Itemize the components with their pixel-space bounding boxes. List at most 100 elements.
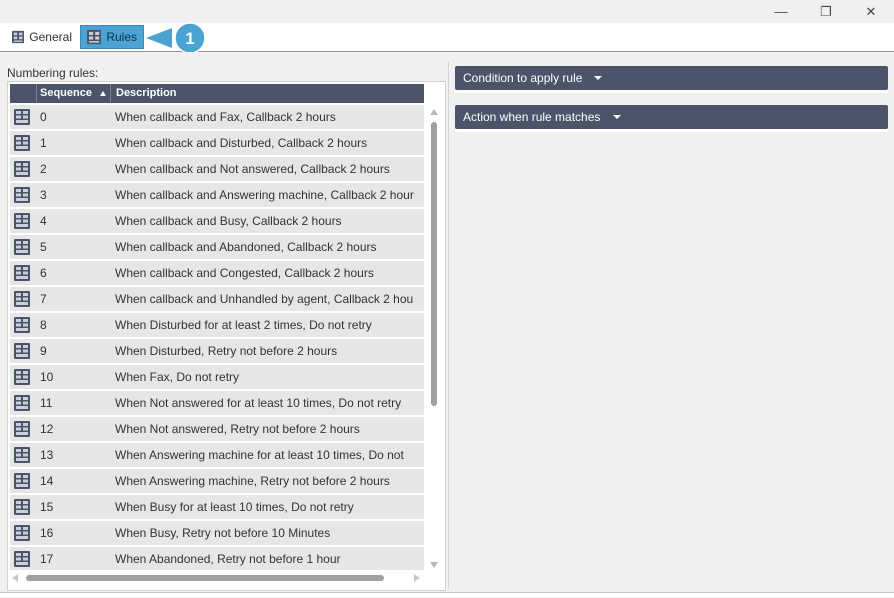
close-icon: ✕ [865,3,877,19]
scroll-right-icon[interactable] [414,574,420,582]
maximize-icon: ❐ [820,3,832,19]
rule-details-pane: Condition to apply rule Action when rule… [449,62,894,588]
table-row[interactable]: 8 When Disturbed for at least 2 times, Do… [10,313,424,337]
numbering-rules-grid: Sequence Description 0 When callback and … [7,81,446,591]
rule-icon [14,551,30,567]
minimize-icon: — [774,4,788,19]
table-row[interactable]: 13 When Answering machine for at least 10… [10,443,424,467]
row-sequence: 13 [40,448,54,462]
rules-grid-icon [87,29,102,45]
dropdown-caret-icon [613,115,621,119]
row-description: When Busy, Retry not before 10 Minutes [115,526,331,540]
row-description: When callback and Answering machine, Cal… [115,188,414,202]
horizontal-scroll-thumb[interactable] [26,575,384,581]
row-description: When callback and Not answered, Callback… [115,162,390,176]
row-sequence: 1 [40,136,47,150]
table-row[interactable]: 14 When Answering machine, Retry not befo… [10,469,424,493]
row-sequence: 4 [40,214,47,228]
row-description: When callback and Busy, Callback 2 hours [115,214,342,228]
table-row[interactable]: 3 When callback and Answering machine, Ca… [10,183,424,207]
row-sequence: 5 [40,240,47,254]
scroll-down-icon[interactable] [430,562,438,568]
minimize-button[interactable]: — [758,0,804,23]
dropdown-caret-icon [594,76,602,80]
column-header-description[interactable]: Description [113,84,413,103]
row-description: When Answering machine for at least 10 t… [115,448,404,462]
grid-header: Sequence Description [10,84,424,103]
row-description: When callback and Congested, Callback 2 … [115,266,374,280]
vertical-scrollbar[interactable] [427,105,441,570]
row-description: When Fax, Do not retry [115,370,240,384]
table-row[interactable]: 11 When Not answered for at least 10 time… [10,391,424,415]
vertical-scroll-thumb[interactable] [431,122,437,406]
row-sequence: 2 [40,162,47,176]
table-row[interactable]: 0 When callback and Fax, Callback 2 hours [10,105,424,129]
row-description: When callback and Disturbed, Callback 2 … [115,136,368,150]
rule-icon [14,317,30,333]
table-row[interactable]: 2 When callback and Not answered, Callbac… [10,157,424,181]
table-row[interactable]: 17 When Abandoned, Retry not before 1 hou… [10,547,424,570]
row-sequence: 6 [40,266,47,280]
table-row[interactable]: 1 When callback and Disturbed, Callback 2… [10,131,424,155]
grid-rows: 0 When callback and Fax, Callback 2 hours… [10,105,424,570]
rule-icon [14,291,30,307]
row-description: When callback and Fax, Callback 2 hours [115,110,336,124]
table-row[interactable]: 10 When Fax, Do not retry [10,365,424,389]
tab-rules-label: Rules [106,30,137,44]
rule-icon [14,395,30,411]
row-sequence: 14 [40,474,54,488]
rule-icon [14,161,30,177]
callout-badge: 1 [146,22,206,54]
table-row[interactable]: 15 When Busy for at least 10 times, Do no… [10,495,424,519]
rule-icon [14,473,30,489]
row-description: When Disturbed for at least 2 times, Do … [115,318,372,332]
rule-icon [14,343,30,359]
column-header-select[interactable] [10,84,37,103]
row-description: When Busy for at least 10 times, Do not … [115,500,354,514]
maximize-button[interactable]: ❐ [803,0,849,23]
row-sequence: 16 [40,526,54,540]
rule-icon [14,499,30,515]
row-description: When Abandoned, Retry not before 1 hour [115,552,341,566]
rule-icon [14,135,30,151]
row-description: When Disturbed, Retry not before 2 hours [115,344,338,358]
rule-icon [14,239,30,255]
tab-bar: General Rules [0,23,894,52]
rule-icon [14,525,30,541]
row-sequence: 11 [40,396,53,410]
row-description: When callback and Abandoned, Callback 2 … [115,240,377,254]
table-row[interactable]: 4 When callback and Busy, Callback 2 hour… [10,209,424,233]
scroll-up-icon[interactable] [430,109,438,115]
condition-section-header[interactable]: Condition to apply rule [455,66,888,93]
table-row[interactable]: 9 When Disturbed, Retry not before 2 hour… [10,339,424,363]
table-row[interactable]: 16 When Busy, Retry not before 10 Minutes [10,521,424,545]
column-header-sequence[interactable]: Sequence [37,84,111,103]
column-header-description-label: Description [116,87,177,99]
horizontal-scrollbar[interactable] [10,571,426,585]
window-titlebar: — ❐ ✕ [0,0,894,23]
numbering-rules-pane: Numbering rules: Sequence Description 0 W… [4,62,446,591]
row-description: When Answering machine, Retry not before… [115,474,390,488]
table-row[interactable]: 7 When callback and Unhandled by agent, C… [10,287,424,311]
sort-ascending-icon [100,91,106,96]
rule-icon [14,109,30,125]
row-description: When callback and Unhandled by agent, Ca… [115,292,414,306]
scroll-left-icon[interactable] [12,574,18,582]
rule-icon [14,213,30,229]
action-section-header[interactable]: Action when rule matches [455,105,888,132]
close-button[interactable]: ✕ [848,0,894,23]
rules-grid-icon [12,30,25,44]
row-description: When Not answered, Retry not before 2 ho… [115,422,360,436]
table-row[interactable]: 5 When callback and Abandoned, Callback 2… [10,235,424,259]
table-row[interactable]: 12 When Not answered, Retry not before 2 … [10,417,424,441]
callout-number: 1 [185,29,194,48]
row-sequence: 0 [40,110,47,124]
tab-general[interactable]: General [6,25,78,49]
row-sequence: 8 [40,318,47,332]
tab-rules[interactable]: Rules [80,25,144,49]
row-sequence: 9 [40,344,47,358]
rule-icon [14,187,30,203]
row-sequence: 12 [40,422,54,436]
table-row[interactable]: 6 When callback and Congested, Callback 2… [10,261,424,285]
row-sequence: 10 [40,370,54,384]
